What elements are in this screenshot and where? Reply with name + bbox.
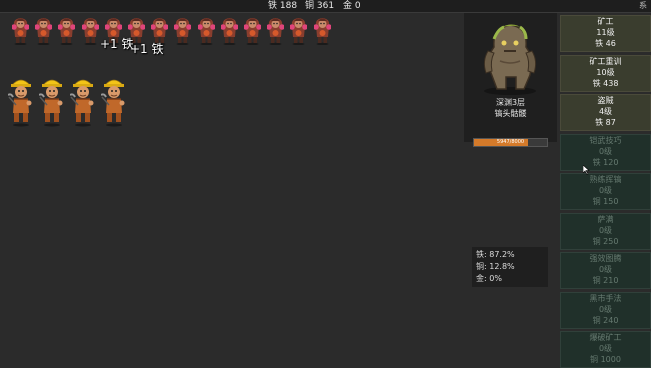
boss-name: 镐头骷髅 [494, 109, 527, 118]
float-text-gain: +1 铁 [100, 37, 134, 51]
boss-hp-bar: 5947/8000 [473, 138, 548, 147]
boss-hp-text: 5947/8000 [496, 139, 525, 145]
battle-field: +1 铁 +1 铁 [0, 13, 463, 366]
iron-ratio: 铁: 87.2% [476, 250, 515, 259]
shop-item-cost: 铁 120 [592, 157, 619, 167]
shop-item[interactable]: 矿工 11级铁 46 [560, 15, 651, 52]
shop-item[interactable]: 爆破矿工 0级铜 1000 [560, 331, 651, 368]
shop-item-name: 盗贼 [597, 96, 614, 105]
enemy-unit[interactable] [34, 15, 53, 49]
gold-ratio: 金: 0% [476, 274, 502, 283]
shop-item-name: 矿工重训 [589, 56, 622, 66]
shop-item-level: 0级 [598, 146, 613, 156]
shop-item[interactable]: 盗贼 4级铁 87 [560, 94, 651, 131]
shop-item-cost: 铜 250 [592, 236, 619, 246]
shop-item[interactable]: 萨满 0级铜 250 [560, 212, 651, 250]
shop-item[interactable]: 矿工重训 10级铁 438 [560, 54, 651, 92]
miner-unit[interactable] [7, 75, 34, 131]
boss-info: 深渊3层 镐头骷髅 [464, 97, 557, 119]
enemy-unit[interactable] [219, 15, 239, 49]
boss-floor: 深渊3层 [495, 98, 526, 107]
boss-portrait[interactable] [464, 17, 557, 97]
shop-item[interactable]: 铠武技巧 0级铁 120 [560, 133, 651, 171]
corner-label[interactable]: 系 [639, 0, 651, 12]
boss-panel: 深渊3层 镐头骷髅 5947/8000 [464, 13, 557, 147]
float-text-gain: +1 铁 [130, 42, 164, 56]
shop-item-level: 4级 [598, 107, 613, 116]
shop-item[interactable]: 熟练挥镐 0级铜 150 [560, 173, 651, 210]
resource-ratio-panel: 铁: 87.2% 铜: 12.8% 金: 0% [472, 247, 548, 287]
shop-item-level: 0级 [598, 344, 613, 353]
shop-item[interactable]: 强效图腾 0级铜 210 [560, 252, 651, 289]
upgrade-shop: 矿工 11级铁 46 矿工重训 10级铁 438 盗贼 4级铁 87 铠武技巧 0级铁 120… [560, 13, 651, 368]
shop-item-name: 矿工 [597, 17, 614, 26]
enemy-unit[interactable] [196, 15, 216, 49]
shop-item-level: 0级 [598, 304, 613, 314]
shop-item-cost: 铜 1000 [590, 355, 621, 364]
enemy-unit[interactable] [312, 15, 332, 49]
enemy-unit[interactable] [243, 15, 262, 49]
shop-item-name: 铠武技巧 [589, 135, 622, 145]
enemy-unit[interactable] [266, 15, 285, 49]
shop-item-cost: 铜 150 [592, 197, 619, 206]
shop-item-level: 10级 [596, 67, 615, 77]
miner-unit[interactable] [100, 75, 127, 131]
shop-item-name: 萨满 [597, 214, 614, 224]
shop-item-name: 黑市手法 [589, 293, 622, 303]
mouse-cursor-icon [583, 165, 590, 175]
shop-item-cost: 铁 438 [592, 78, 619, 88]
shop-item-level: 0级 [598, 186, 613, 195]
shop-item-cost: 铁 46 [595, 39, 616, 48]
iron-counter: 铁 188 [268, 1, 298, 11]
copper-counter: 铜 361 [305, 1, 335, 11]
shop-item-name: 熟练挥镐 [589, 175, 622, 184]
enemy-unit[interactable] [173, 15, 193, 49]
gold-counter: 金 0 [343, 1, 361, 11]
shop-item-name: 爆破矿工 [589, 333, 622, 342]
miner-unit[interactable] [38, 75, 65, 131]
copper-ratio: 铜: 12.8% [476, 262, 515, 271]
shop-item-cost: 铜 240 [592, 315, 619, 325]
shop-item-cost: 铜 210 [592, 276, 619, 285]
enemy-unit[interactable] [57, 15, 77, 49]
resource-bar: 铁 188 铜 361 金 0 系 [0, 0, 651, 13]
miner-unit[interactable] [69, 75, 96, 131]
enemy-unit[interactable] [80, 15, 100, 49]
shop-item-name: 强效图腾 [589, 254, 622, 263]
enemy-unit[interactable] [289, 15, 309, 49]
shop-item-cost: 铁 87 [595, 118, 616, 127]
shop-item[interactable]: 黑市手法 0级铜 240 [560, 291, 651, 329]
enemy-unit[interactable] [11, 15, 30, 49]
shop-item-level: 0级 [598, 225, 613, 235]
shop-item-level: 11级 [596, 28, 615, 37]
shop-item-level: 0级 [598, 265, 613, 274]
